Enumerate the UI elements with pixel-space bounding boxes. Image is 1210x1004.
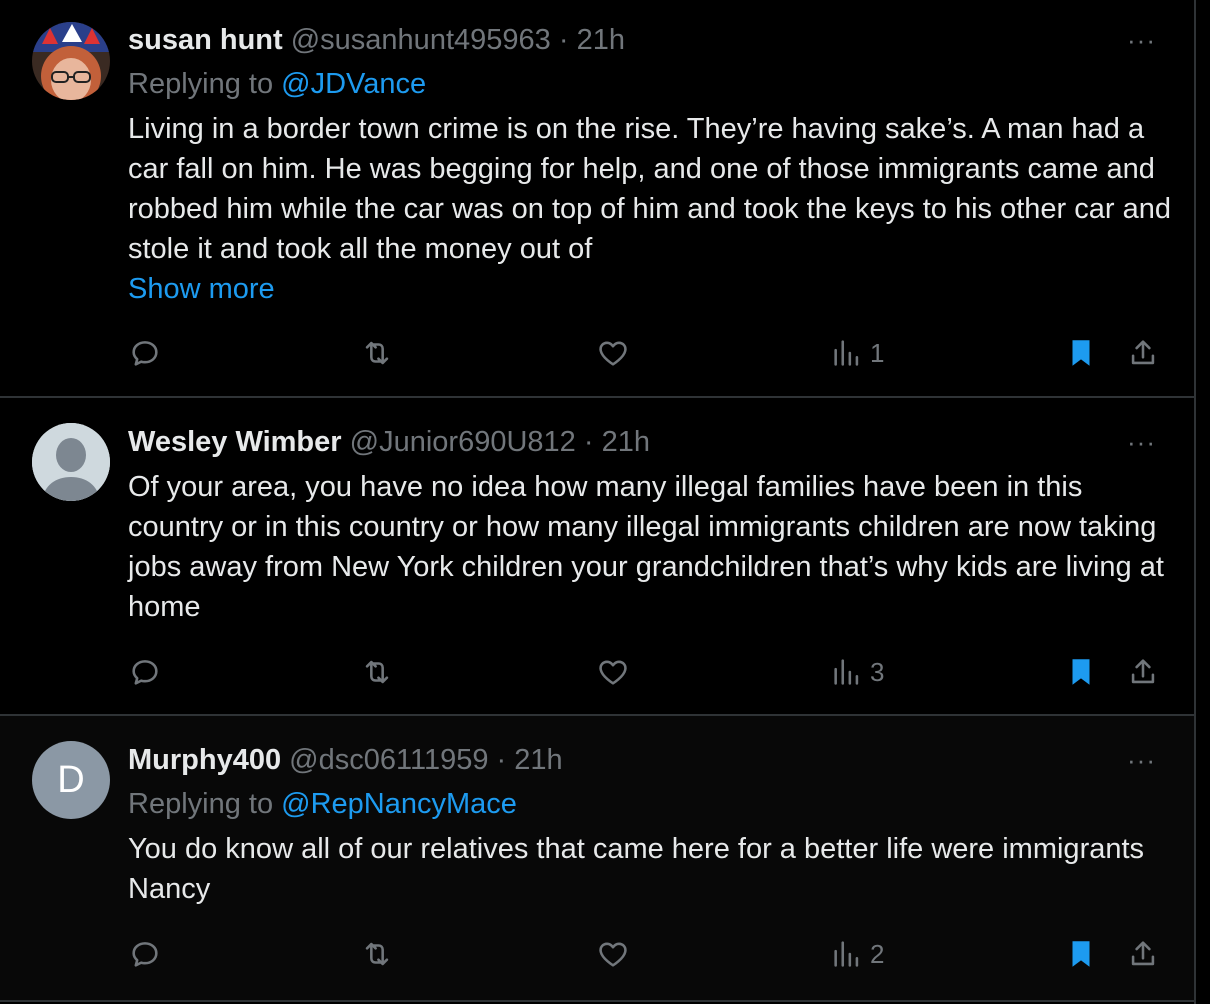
views-count: 2 (870, 938, 885, 969)
share-icon (1131, 941, 1155, 966)
like-button[interactable] (596, 932, 630, 976)
timestamp[interactable]: 21h (577, 24, 625, 56)
replying-to: Replying to @JDVance (128, 67, 426, 101)
user-handle[interactable]: @Junior690U812 (350, 426, 576, 458)
timestamp[interactable]: 21h (602, 426, 650, 458)
views-icon (834, 659, 859, 685)
column-border (1194, 0, 1196, 1004)
bookmark-icon (1072, 941, 1090, 967)
default-avatar-icon (32, 423, 110, 501)
tweet-header: Wesley Wimber @Junior690U812 · 21h (128, 425, 650, 459)
replying-to-label: Replying to (128, 68, 274, 100)
display-name[interactable]: Wesley Wimber (128, 426, 342, 458)
reply-button[interactable] (128, 331, 162, 375)
views-count: 3 (870, 656, 885, 687)
bookmark-icon (1072, 659, 1090, 685)
views-button[interactable]: 2 (830, 932, 884, 976)
like-icon (599, 341, 627, 366)
share-button[interactable] (1126, 331, 1160, 375)
display-name[interactable]: Murphy400 (128, 744, 281, 776)
retweet-icon (365, 660, 389, 684)
reply-icon (132, 942, 158, 967)
like-button[interactable] (596, 331, 630, 375)
avatar-photo (32, 22, 110, 100)
views-icon (834, 340, 859, 366)
replying-to: Replying to @RepNancyMace (128, 787, 517, 821)
display-name[interactable]: susan hunt (128, 24, 283, 56)
like-button[interactable] (596, 650, 630, 694)
action-bar: 3 (0, 650, 1194, 694)
reply-icon (132, 660, 158, 685)
share-button[interactable] (1126, 650, 1160, 694)
separator-dot: · (558, 24, 569, 56)
bookmark-button[interactable] (1064, 932, 1098, 976)
user-handle[interactable]: @susanhunt495963 (291, 24, 551, 56)
tweet-text: Living in a border town crime is on the … (128, 113, 1171, 265)
more-options-icon[interactable]: ··· (1127, 27, 1156, 53)
views-count: 1 (870, 337, 885, 368)
like-icon (599, 660, 627, 685)
views-icon (834, 941, 859, 967)
retweet-button[interactable] (360, 932, 394, 976)
action-bar: 1 (0, 331, 1194, 375)
reply-button[interactable] (128, 650, 162, 694)
mention-link[interactable]: @RepNancyMace (281, 788, 517, 820)
show-more-link[interactable]: Show more (128, 272, 275, 306)
avatar-letter: D (57, 758, 85, 801)
bookmark-button[interactable] (1064, 331, 1098, 375)
timestamp[interactable]: 21h (514, 744, 562, 776)
tweet-header: Murphy400 @dsc06111959 · 21h (128, 743, 563, 777)
reply-icon (132, 341, 158, 366)
retweet-button[interactable] (360, 650, 394, 694)
bookmark-button[interactable] (1064, 650, 1098, 694)
separator-dot: · (583, 426, 594, 458)
tweet-text: Of your area, you have no idea how many … (128, 471, 1164, 623)
tweet-header: susan hunt @susanhunt495963 · 21h (128, 23, 625, 57)
mention-link[interactable]: @JDVance (281, 68, 426, 100)
share-icon (1131, 340, 1155, 365)
tweet-text: You do know all of our relatives that ca… (128, 833, 1145, 905)
share-icon (1131, 659, 1155, 684)
retweet-icon (365, 341, 389, 365)
bookmark-icon (1072, 340, 1090, 366)
more-options-icon[interactable]: ··· (1127, 429, 1156, 455)
avatar[interactable]: D (32, 741, 110, 819)
reply-button[interactable] (128, 932, 162, 976)
share-button[interactable] (1126, 932, 1160, 976)
views-button[interactable]: 3 (830, 650, 884, 694)
retweet-button[interactable] (360, 331, 394, 375)
user-handle[interactable]: @dsc06111959 (289, 744, 488, 776)
replying-to-label: Replying to (128, 788, 274, 820)
views-button[interactable]: 1 (830, 331, 884, 375)
action-bar: 2 (0, 932, 1194, 976)
more-options-icon[interactable]: ··· (1127, 747, 1156, 773)
tweet-2[interactable]: Wesley Wimber @Junior690U812 · 21h ··· O… (0, 398, 1194, 716)
tweet-3[interactable]: D Murphy400 @dsc06111959 · 21h ··· Reply… (0, 716, 1194, 1002)
like-icon (599, 942, 627, 967)
avatar[interactable] (32, 423, 110, 501)
retweet-icon (365, 942, 389, 966)
tweet-1[interactable]: susan hunt @susanhunt495963 · 21h ··· Re… (0, 0, 1194, 398)
avatar[interactable] (32, 22, 110, 100)
separator-dot: · (496, 744, 507, 776)
